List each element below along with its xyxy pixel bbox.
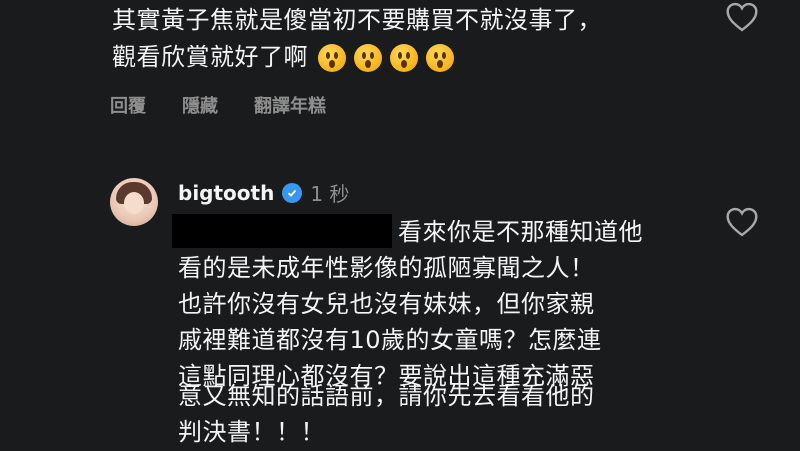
timestamp: 1 秒	[310, 182, 350, 206]
reply-text-line: 戚裡難道都沒有10歲的女童嗎？怎麼連	[178, 326, 602, 354]
redacted-mention	[172, 214, 392, 248]
reply-text-line: 看來你是不那種知道他	[398, 218, 643, 246]
heart-icon[interactable]	[725, 207, 759, 237]
reply-text-line: 也許你沒有女兒也沒有妹妹，但你家親	[178, 290, 595, 318]
reply-text-line: 判決書！！！	[178, 418, 325, 446]
surprised-face-emoji-icon	[354, 44, 382, 72]
comment-text-line: 其實黃子焦就是傻當初不要購買不就沒事了，	[112, 6, 602, 34]
comment-text-fragment: 觀看欣賞就好了啊	[112, 43, 308, 71]
reply-text-line: 意又無知的話語前，請你先去看看他的	[178, 382, 595, 410]
emoji-group	[318, 44, 454, 72]
verified-badge-icon	[282, 182, 303, 203]
reply-button[interactable]: 回覆	[110, 92, 146, 118]
reply-header: bigtooth 1 秒	[178, 178, 349, 207]
username-link[interactable]: bigtooth	[178, 181, 274, 205]
heart-icon[interactable]	[725, 2, 759, 32]
surprised-face-emoji-icon	[390, 44, 418, 72]
avatar[interactable]	[110, 178, 158, 226]
reply-text-line: 看的是未成年性影像的孤陋寡聞之人！	[178, 254, 595, 282]
comment-text-line: 觀看欣賞就好了啊	[112, 41, 454, 73]
translate-button[interactable]: 翻譯年糕	[254, 92, 326, 118]
hide-button[interactable]: 隱藏	[182, 92, 218, 118]
surprised-face-emoji-icon	[426, 44, 454, 72]
comment-actions: 回覆 隱藏 翻譯年糕	[110, 92, 326, 118]
surprised-face-emoji-icon	[318, 44, 346, 72]
